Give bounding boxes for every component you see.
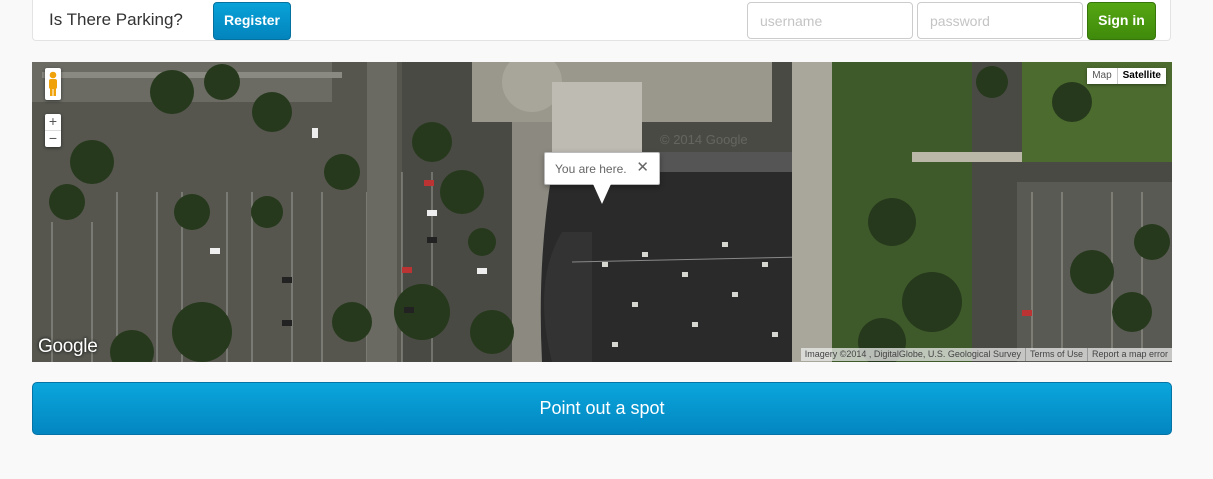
zoom-in-button[interactable]: + — [45, 114, 61, 130]
terms-of-use-link[interactable]: Terms of Use — [1024, 348, 1087, 361]
register-button[interactable]: Register — [213, 2, 291, 40]
username-input[interactable] — [747, 2, 913, 39]
map-type-map-button[interactable]: Map — [1087, 68, 1116, 84]
point-out-spot-button[interactable]: Point out a spot — [32, 382, 1172, 435]
map-type-satellite-button[interactable]: Satellite — [1116, 68, 1166, 84]
map-attribution: Imagery ©2014 , DigitalGlobe, U.S. Geolo… — [800, 348, 1172, 361]
report-error-link[interactable]: Report a map error — [1086, 348, 1172, 361]
info-window: You are here. ✕ — [544, 152, 660, 204]
pegman-icon[interactable] — [45, 68, 61, 100]
imagery-credit: Imagery ©2014 , DigitalGlobe, U.S. Geolo… — [804, 349, 1021, 359]
zoom-out-button[interactable]: − — [45, 131, 61, 147]
google-logo[interactable]: Google — [38, 336, 98, 358]
navbar: Is There Parking? Register Sign in — [32, 0, 1171, 41]
map-type-control: Map Satellite — [1087, 68, 1166, 84]
zoom-control: + − — [45, 114, 61, 147]
info-window-pointer — [593, 184, 611, 204]
password-input[interactable] — [917, 2, 1083, 39]
imagery-watermark: © 2014 Google — [660, 132, 748, 147]
info-window-text: You are here. — [555, 162, 627, 176]
brand-title[interactable]: Is There Parking? — [49, 10, 183, 30]
sign-in-button[interactable]: Sign in — [1087, 2, 1156, 40]
satellite-imagery — [32, 62, 1172, 362]
satellite-map[interactable]: © 2014 Google + − Map Satellite You are … — [32, 62, 1172, 362]
close-icon[interactable]: ✕ — [636, 160, 649, 176]
